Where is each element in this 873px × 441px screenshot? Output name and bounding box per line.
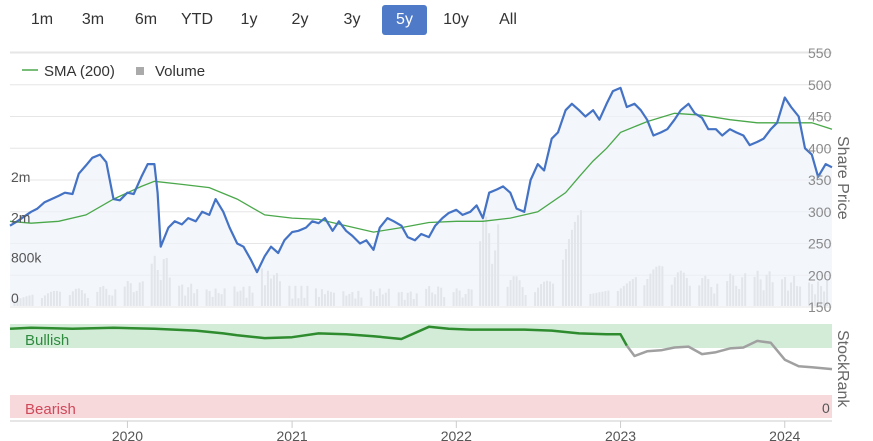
price-area: [10, 87, 832, 307]
bullish-label: Bullish: [25, 332, 69, 349]
stockrank-tick-label: 0: [822, 400, 830, 416]
stockrank-panel: Bullish Bearish 0StockRank 2020 2021 2022 2023…: [9, 324, 851, 441]
volume-tick-label: 800k: [11, 250, 42, 266]
x-tick-label: 2023: [605, 428, 636, 441]
price-tick-label: 300: [808, 204, 832, 220]
price-tick-label: 250: [808, 236, 832, 252]
volume-tick-label: 0: [11, 290, 19, 306]
price-tick-label: 150: [808, 299, 832, 315]
price-panel: 150 200 250 300 350 400 450 500 550 Share Price 0 8…: [9, 45, 851, 315]
bearish-band: [10, 395, 832, 418]
price-tick-label: 400: [808, 140, 832, 156]
stock-chart: 150 200 250 300 350 400 450 500 550 Share Price 0 8…: [9, 45, 851, 441]
price-tick-label: 350: [808, 172, 832, 188]
price-tick-label: 500: [808, 77, 832, 93]
volume-tick-label: 2m: [11, 209, 30, 225]
legend-volume-label: Volume: [155, 63, 205, 80]
stockrank-axis-label: StockRank: [834, 330, 851, 408]
legend-volume-swatch: [136, 67, 144, 75]
x-tick-label: 2021: [277, 428, 308, 441]
price-tick-label: 450: [808, 109, 832, 125]
share-price-axis-label: Share Price: [834, 136, 851, 220]
legend-sma-label: SMA (200): [44, 63, 115, 80]
x-tick-label: 2020: [112, 428, 143, 441]
price-tick-label: 200: [808, 267, 832, 283]
price-tick-label: 550: [808, 45, 832, 61]
bearish-label: Bearish: [25, 401, 76, 418]
volume-tick-label: 2m: [11, 169, 30, 185]
x-tick-label: 2022: [441, 428, 472, 441]
x-tick-label: 2024: [769, 428, 800, 441]
